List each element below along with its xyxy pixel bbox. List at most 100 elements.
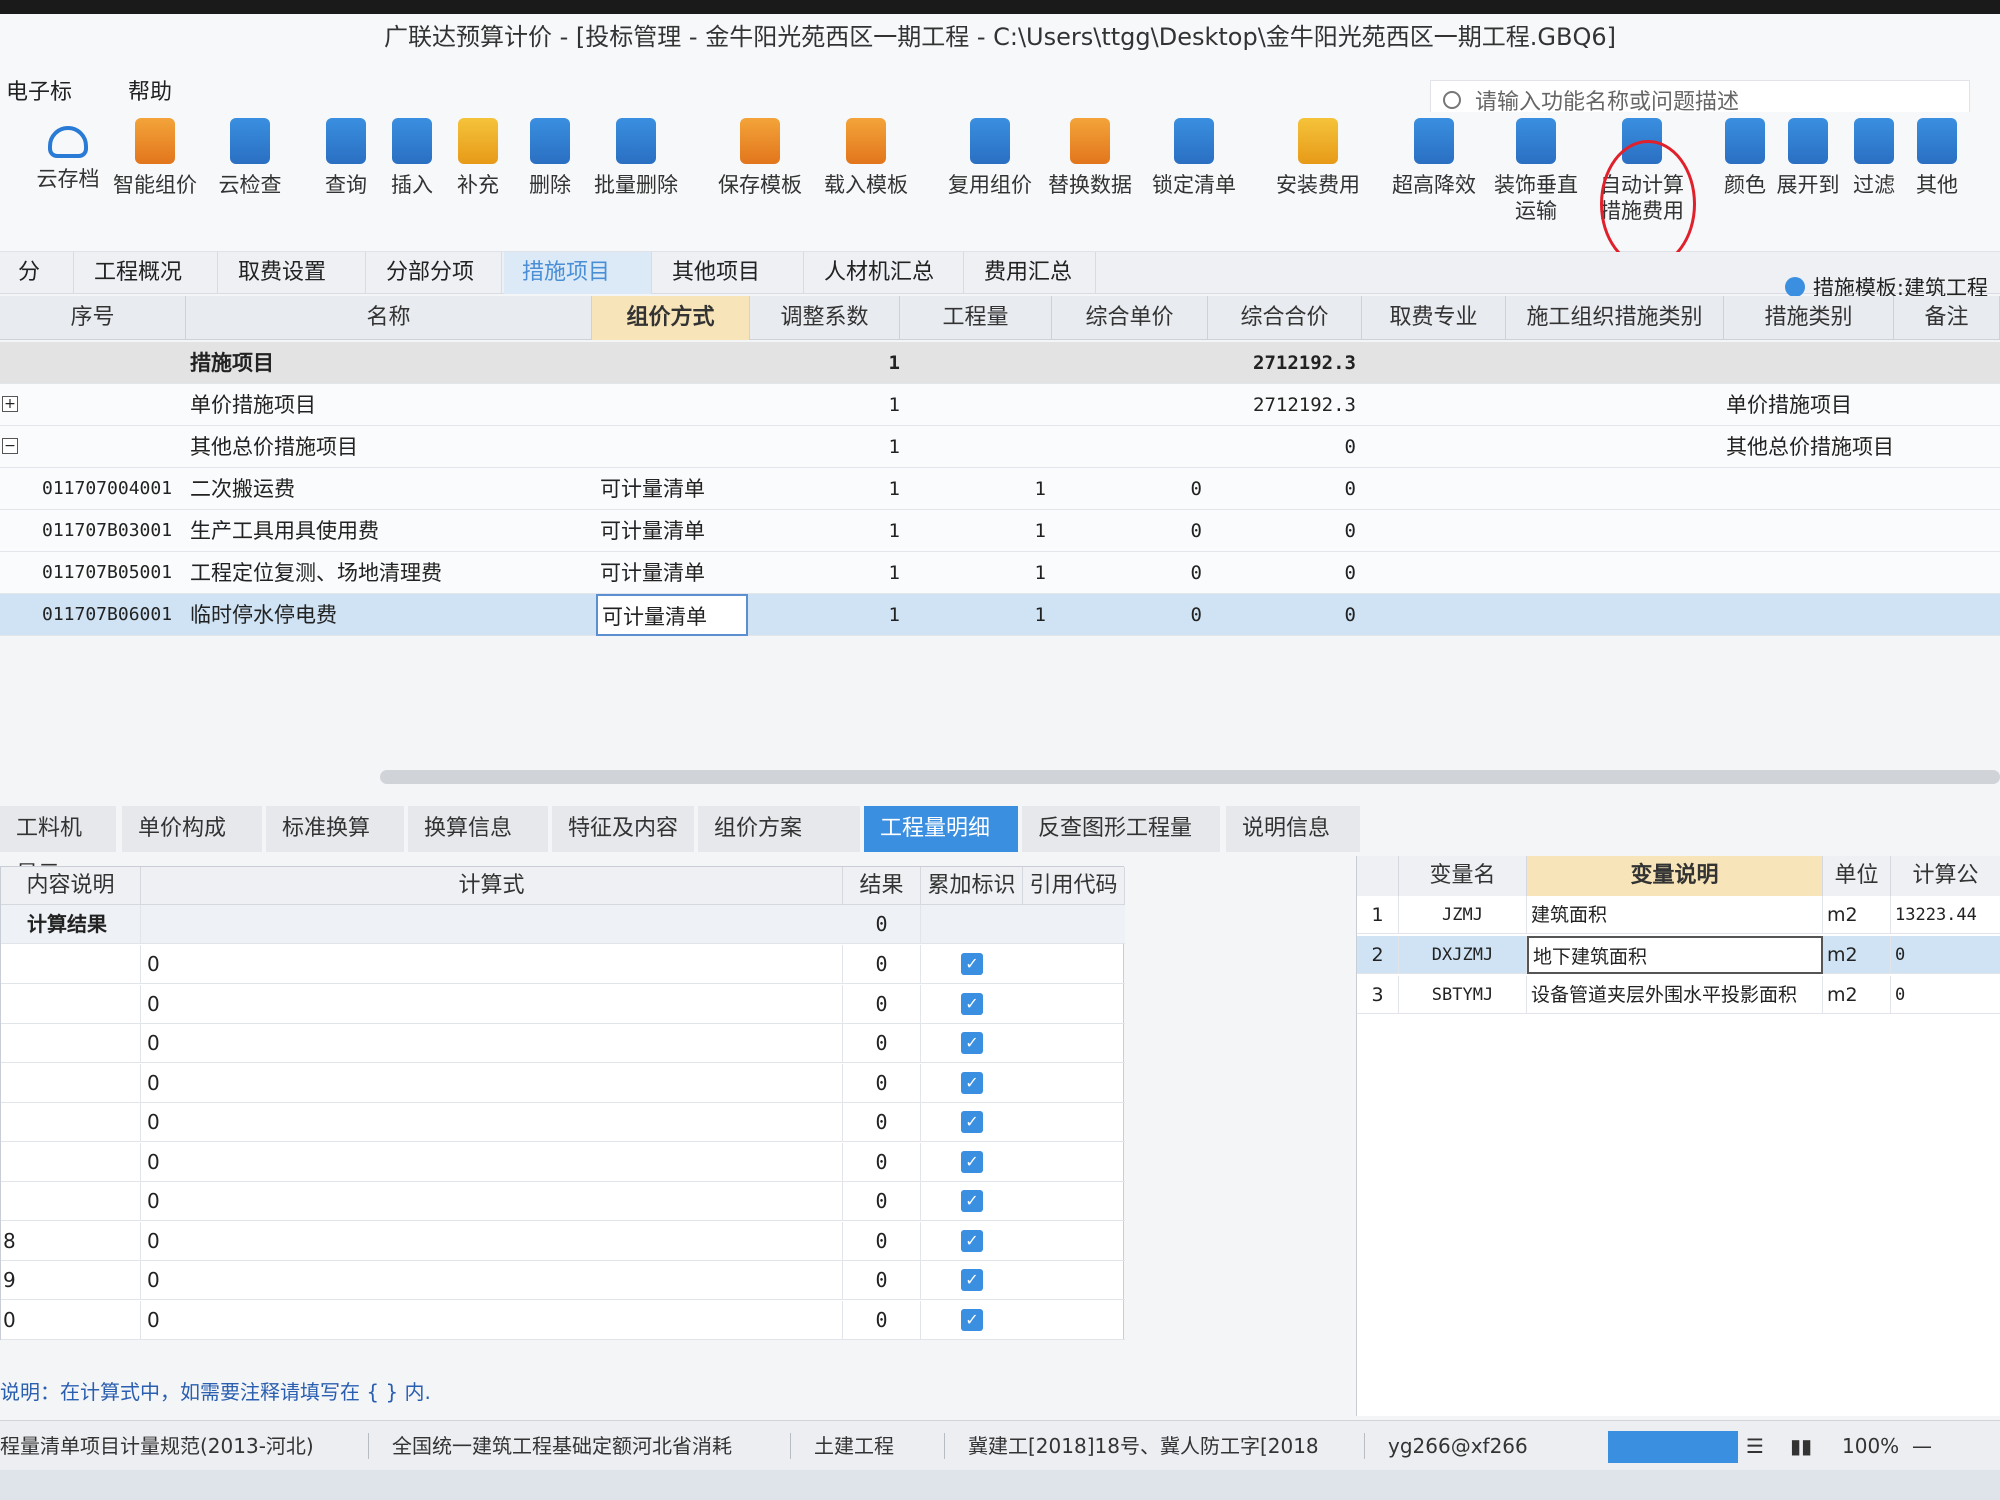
toolbar-label-line: 其他 [1916,173,1958,197]
accumulate-checkbox[interactable]: ✓ [961,1190,983,1212]
toolbar-label: 复用组价 [948,172,1032,198]
variable-row[interactable]: 3 SBTYMJ 设备管道夹层外围水平投影面积 m2 0 [1357,976,2000,1014]
formula-cell[interactable]: 0 [147,1024,843,1063]
formula-row[interactable]: 0 0 ✓ [1,1103,1125,1142]
toolbar-button-transport[interactable]: 装饰垂直 运输 [1494,112,1578,224]
accumulate-checkbox[interactable]: ✓ [961,1032,983,1054]
grid-header-cell[interactable]: 工程量 [900,296,1052,340]
cell-pricing-method[interactable]: 可计量清单 [596,594,748,636]
toolbar-button-more[interactable]: 其他 [1897,112,1977,198]
toolbar-button-save-template[interactable]: 保存模板 [718,112,802,198]
grid-row[interactable]: 011707004001 二次搬运费 可计量清单 1 1 0 0 [0,468,2000,510]
toolbar-button-reuse[interactable]: 复用组价 [948,112,1032,198]
grid-header-cell[interactable]: 组价方式 [592,296,750,340]
grid-row[interactable]: 011707B06001 临时停水停电费 可计量清单 1 1 0 0 [0,594,2000,636]
formula-row[interactable]: 0 0 ✓ [1,1024,1125,1063]
tab-3[interactable]: 分部分项 [368,252,502,294]
accumulate-checkbox[interactable]: ✓ [961,1229,983,1252]
toolbar-button-lock[interactable]: 锁定清单 [1152,112,1236,198]
formula-cell[interactable]: 0 [147,1103,843,1142]
grid-header-cell[interactable]: 综合合价 [1208,296,1362,340]
formula-cell[interactable]: 0 [147,945,843,984]
grid-header-cell[interactable]: 措施类别 [1724,296,1894,340]
bottom-tab-8[interactable]: 说明信息 [1226,806,1362,852]
grid-row[interactable]: 措施项目 1 2712192.3 [0,342,2000,384]
tab-2[interactable]: 取费设置 [220,252,366,294]
accumulate-checkbox[interactable]: ✓ [961,1269,983,1291]
formula-row[interactable]: 8 0 0 ✓ [1,1221,1125,1261]
formula-cell[interactable]: 0 [147,1300,843,1340]
bottom-tab-1[interactable]: 单价构成 [122,806,264,852]
zoom-level[interactable]: 100% [1842,1421,1899,1471]
menu-help[interactable]: 帮助 [128,74,172,106]
formula-row[interactable]: 0 0 0 ✓ [1,1300,1125,1340]
accumulate-checkbox[interactable]: ✓ [961,1071,983,1094]
grid-header-cell[interactable]: 序号 [0,296,186,340]
grid-header-cell[interactable]: 名称 [186,296,592,340]
tab-7[interactable]: 费用汇总 [966,252,1096,294]
formula-row[interactable]: 0 0 ✓ [1,1182,1125,1221]
toolbar-button-replace[interactable]: 替换数据 [1048,112,1132,198]
formula-cell[interactable]: 0 [147,1182,843,1221]
formula-cell[interactable]: 0 [147,984,843,1024]
tab-0[interactable]: 分析 [0,252,74,327]
tab-1[interactable]: 工程概况 [76,252,218,294]
toolbar-button-cloud-upload[interactable]: 云存档 [28,112,108,192]
formula-row[interactable]: 0 0 ✓ [1,1142,1125,1182]
accumulate-checkbox[interactable]: ✓ [961,953,983,975]
toolbar-button-supplement[interactable]: 补充 [438,112,518,198]
accumulate-checkbox[interactable]: ✓ [961,1150,983,1173]
toolbar-button-load-template[interactable]: 载入模板 [824,112,908,198]
formula-row[interactable]: 0 0 ✓ [1,984,1125,1024]
bottom-tab-0[interactable]: 工料机显示 [0,806,118,887]
accumulate-checkbox[interactable]: ✓ [961,1308,983,1331]
cell-pricing-method[interactable]: 可计量清单 [596,510,748,552]
zoom-out-icon[interactable]: — [1912,1421,1932,1471]
cell-name: 临时停水停电费 [190,603,337,627]
variable-row[interactable]: 2 DXJZMJ 地下建筑面积 m2 0 [1357,936,2000,974]
variable-row[interactable]: 1 JZMJ 建筑面积 m2 13223.44 [1357,896,2000,934]
grid-row[interactable]: − 其他总价措施项目 1 0 其他总价措施项目 [0,426,2000,468]
menu-electronic-bid[interactable]: 电子标 [6,74,72,106]
formula-cell[interactable]: 0 [147,1221,843,1261]
expand-icon[interactable]: + [2,396,18,412]
column-view-icon[interactable]: ▮▮ [1790,1421,1812,1471]
cell-pricing-method[interactable]: 可计量清单 [596,468,748,510]
bottom-tab-5[interactable]: 组价方案 [698,806,862,852]
grid-header-cell[interactable]: 备注 [1894,296,2000,340]
grid-header-cell[interactable]: 取费专业 [1362,296,1506,340]
bottom-tab-7[interactable]: 反查图形工程量 [1022,806,1222,852]
collapse-icon[interactable]: − [2,438,18,454]
toolbar-button-trash[interactable]: 删除 [510,112,590,198]
toolbar-button-cloud-check[interactable]: 云检查 [210,112,290,198]
formula-row[interactable]: 0 0 ✓ [1,1063,1125,1103]
cell-pricing-method[interactable]: 可计量清单 [596,552,748,594]
grid-header-cell[interactable]: 施工组织措施类别 [1506,296,1724,340]
tab-5[interactable]: 其他项目 [654,252,804,294]
accumulate-checkbox[interactable]: ✓ [961,992,983,1015]
horizontal-scrollbar[interactable] [380,770,2000,784]
accumulate-checkbox[interactable]: ✓ [961,1111,983,1133]
toolbar-button-smart-price[interactable]: 智能组价 [113,112,197,198]
status-action-button[interactable] [1608,1431,1738,1463]
grid-header-cell[interactable]: 综合单价 [1052,296,1208,340]
toolbar-button-install-cost[interactable]: 安装费用 [1276,112,1360,198]
formula-cell[interactable]: 0 [147,1142,843,1182]
formula-row[interactable]: 0 0 ✓ [1,945,1125,984]
grid-row[interactable]: + 单价措施项目 1 2712192.3 单价措施项目 [0,384,2000,426]
tab-6[interactable]: 人材机汇总 [806,252,964,294]
list-view-icon[interactable]: ☰ [1746,1421,1764,1471]
formula-cell[interactable]: 0 [147,1063,843,1103]
bottom-tab-3[interactable]: 换算信息 [408,806,550,852]
toolbar-button-batch-delete[interactable]: 批量删除 [594,112,678,198]
formula-cell[interactable]: 0 [147,1261,843,1300]
bottom-tab-2[interactable]: 标准换算 [266,806,406,852]
grid-header-cell[interactable]: 调整系数 [750,296,900,340]
bottom-tab-4[interactable]: 特征及内容 [552,806,696,852]
grid-row[interactable]: 011707B05001 工程定位复测、场地清理费 可计量清单 1 1 0 0 [0,552,2000,594]
formula-row[interactable]: 9 0 0 ✓ [1,1261,1125,1300]
tab-4[interactable]: 措施项目 [504,252,652,294]
bottom-tab-6[interactable]: 工程量明细 [864,806,1020,852]
toolbar-button-height[interactable]: 超高降效 [1392,112,1476,198]
grid-row[interactable]: 011707B03001 生产工具用具使用费 可计量清单 1 1 0 0 [0,510,2000,552]
